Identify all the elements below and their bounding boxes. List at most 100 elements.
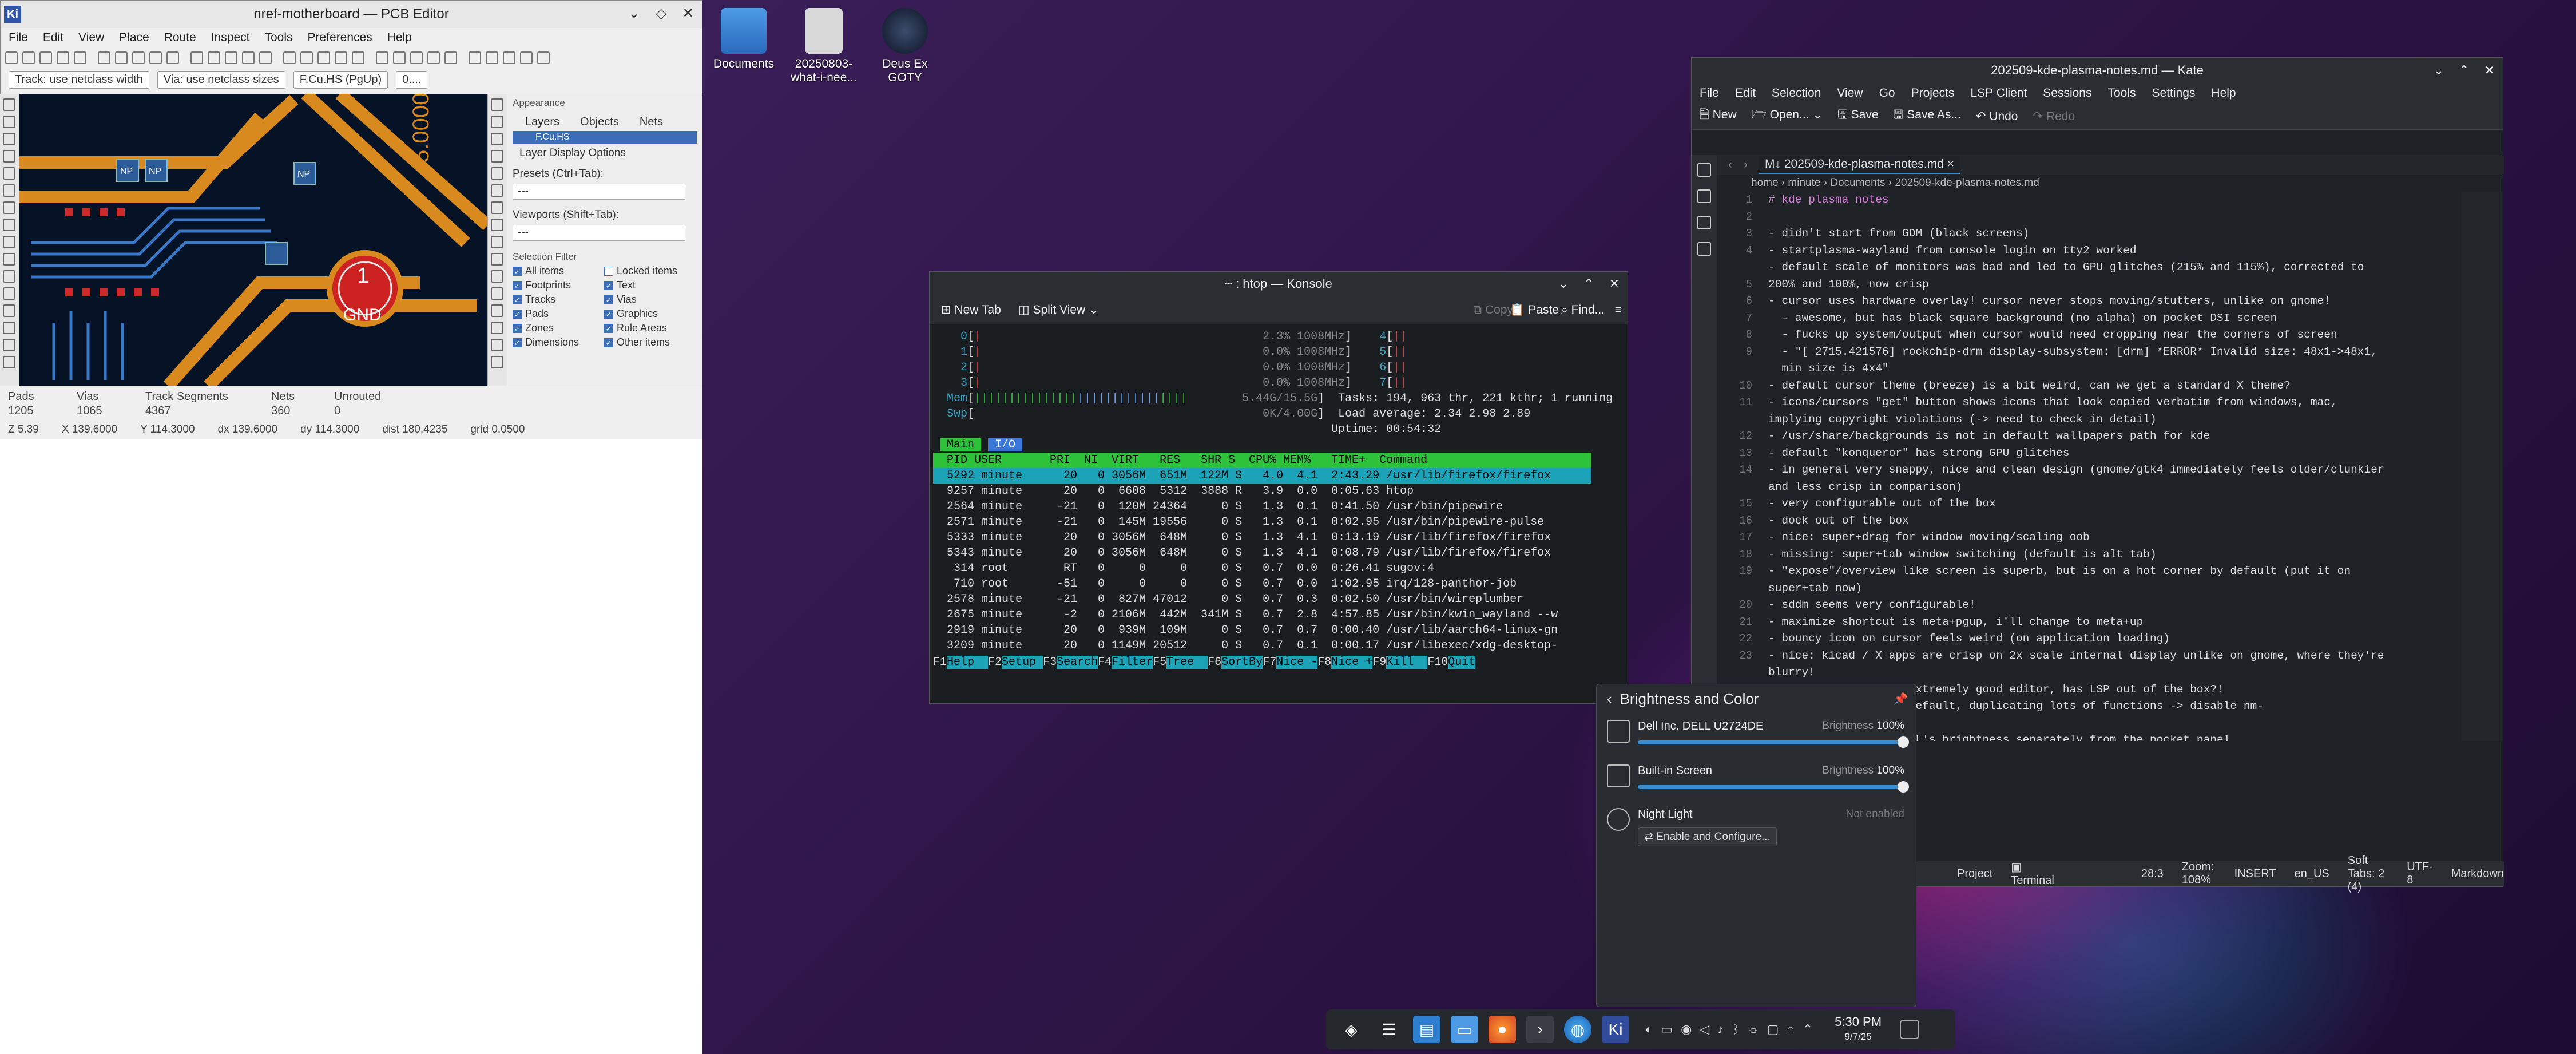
spellcheck-language[interactable]: en_US <box>2295 867 2329 881</box>
checkbox[interactable]: ✓ <box>513 338 522 347</box>
checkbox[interactable]: ✓ <box>513 266 522 276</box>
tool-icon[interactable] <box>491 116 503 128</box>
kicad-icon[interactable]: Ki <box>1602 1016 1629 1043</box>
tab-layers[interactable]: Layers <box>525 116 559 129</box>
find-button[interactable]: ⌕ Find... <box>1561 303 1605 317</box>
tool-icon[interactable] <box>491 287 503 300</box>
toolbar-tool-icon[interactable] <box>352 51 364 64</box>
checkbox[interactable]: ✓ <box>513 280 522 290</box>
filter-checkbox-text[interactable]: ✓ Text <box>604 279 696 291</box>
process-row[interactable]: 9257 minute 20 0 6608 5312 3888 R 3.9 0.… <box>933 485 1414 498</box>
minimize-icon[interactable]: ⌄ <box>1558 276 1569 291</box>
indentation-setting[interactable]: Soft Tabs: 2 (4) <box>2348 854 2388 894</box>
filter-checkbox-other-items[interactable]: ✓ Other items <box>604 336 696 348</box>
filter-checkbox-footprints[interactable]: ✓ Footprints <box>513 279 604 291</box>
terminal-button[interactable]: ▣ Terminal <box>2011 860 2054 887</box>
fkey-action[interactable]: Help <box>947 656 989 669</box>
nav-back-icon[interactable]: ‹ <box>1728 158 1732 172</box>
menu-item-edit[interactable]: Edit <box>1735 86 1756 100</box>
breadcrumb-item[interactable]: 202509-kde-plasma-notes.md <box>1895 177 2039 189</box>
menu-item-place[interactable]: Place <box>119 31 149 45</box>
konsole-icon[interactable]: › <box>1526 1016 1554 1043</box>
menu-item-file[interactable]: File <box>9 31 28 45</box>
network-icon[interactable]: ⌂ <box>1787 1022 1794 1037</box>
kate-titlebar[interactable]: 202509-kde-plasma-notes.md — Kate ⌄ ⌃ ✕ <box>1692 58 2503 83</box>
toolbar-tool-icon[interactable] <box>225 51 237 64</box>
save-as-button[interactable]: 🖫 Save As... <box>1894 106 1961 126</box>
save-button[interactable]: 🖫 Save <box>1837 106 1879 126</box>
tool-icon[interactable] <box>3 236 15 248</box>
fkey-action[interactable]: Filter <box>1112 656 1153 669</box>
tool-icon[interactable] <box>491 167 503 180</box>
tool-icon[interactable] <box>3 201 15 214</box>
tool-icon[interactable] <box>3 150 15 163</box>
toolbar-tool-icon[interactable] <box>208 51 220 64</box>
fkey-action[interactable]: SortBy <box>1221 656 1263 669</box>
sidebar-tool-icon[interactable] <box>1697 163 1711 177</box>
menu-item-route[interactable]: Route <box>164 31 196 45</box>
checkbox[interactable]: ✓ <box>604 280 613 290</box>
zoom-level[interactable]: Zoom: 108% <box>2182 861 2216 887</box>
viewports-select[interactable]: --- <box>513 225 685 241</box>
slider-handle[interactable] <box>1898 736 1909 748</box>
enable-configure-button[interactable]: ⇄ Enable and Configure... <box>1638 827 1777 846</box>
active-layer-row[interactable]: F.Cu.HS <box>513 131 697 144</box>
tool-icon[interactable] <box>3 304 15 317</box>
toolbar-tool-icon[interactable] <box>503 51 515 64</box>
menu-item-view[interactable]: View <box>1837 86 1863 100</box>
minimap[interactable] <box>2462 192 2502 741</box>
toolbar-tool-icon[interactable] <box>259 51 272 64</box>
menu-item-lsp-client[interactable]: LSP Client <box>1970 86 2027 100</box>
filter-checkbox-all-items[interactable]: ✓ All items <box>513 265 604 277</box>
layer-display-options[interactable]: Layer Display Options <box>519 147 697 160</box>
fkey-action[interactable]: Search <box>1057 656 1098 669</box>
menu-item-projects[interactable]: Projects <box>1911 86 1955 100</box>
display-icon[interactable]: ▢ <box>1767 1022 1779 1037</box>
toolbar-tool-icon[interactable] <box>98 51 110 64</box>
toolbar-tool-icon[interactable] <box>166 51 179 64</box>
toolbar-tool-icon[interactable] <box>376 51 388 64</box>
menu-item-tools[interactable]: Tools <box>264 31 292 45</box>
sidebar-tool-icon[interactable] <box>1697 242 1711 256</box>
checkbox[interactable]: ✓ <box>513 295 522 304</box>
filter-checkbox-zones[interactable]: ✓ Zones <box>513 322 604 334</box>
toolbar-tool-icon[interactable] <box>486 51 498 64</box>
process-row[interactable]: 5292 minute 20 0 3056M 651M 122M S 4.0 4… <box>933 468 1591 484</box>
checkbox[interactable]: ✓ <box>513 309 522 319</box>
tab-objects[interactable]: Objects <box>580 116 619 129</box>
firefox-icon[interactable]: ● <box>1489 1016 1516 1043</box>
tool-icon[interactable] <box>491 219 503 231</box>
presets-select[interactable]: --- <box>513 184 685 200</box>
slider-handle[interactable] <box>1898 781 1909 793</box>
minimize-icon[interactable]: ⌄ <box>628 5 640 22</box>
menu-item-inspect[interactable]: Inspect <box>211 31 250 45</box>
minimize-icon[interactable]: ⌄ <box>2434 63 2444 78</box>
toolbar-tool-icon[interactable] <box>190 51 203 64</box>
fkey-action[interactable]: Setup <box>1002 656 1043 669</box>
konsole-titlebar[interactable]: ~ : htop — Konsole ⌄ ⌃ ✕ <box>930 272 1628 296</box>
tool-icon[interactable] <box>3 184 15 197</box>
filter-checkbox-vias[interactable]: ✓ Vias <box>604 294 696 306</box>
filter-checkbox-pads[interactable]: ✓ Pads <box>513 308 604 320</box>
tool-icon[interactable] <box>491 133 503 145</box>
toolbar-tool-icon[interactable] <box>39 51 52 64</box>
show-desktop-icon[interactable] <box>1900 1020 1920 1039</box>
filter-checkbox-locked-items[interactable]: Locked items <box>604 265 696 277</box>
media-icon[interactable]: ◉ <box>1681 1022 1692 1037</box>
process-row[interactable]: 3209 minute 20 0 1149M 20512 0 S 0.7 0.1… <box>933 639 1558 652</box>
nav-forward-icon[interactable]: › <box>1744 158 1748 172</box>
maximize-icon[interactable]: ⌃ <box>2459 63 2469 78</box>
breadcrumb-item[interactable]: Documents <box>1830 177 1885 189</box>
tool-icon[interactable] <box>3 322 15 334</box>
pcb-titlebar[interactable]: Ki nref-motherboard — PCB Editor ⌄ ◇ ✕ <box>1 1 702 28</box>
system-settings-icon[interactable]: ☰ <box>1375 1016 1403 1043</box>
toolbar-tool-icon[interactable] <box>300 51 313 64</box>
file-manager-icon[interactable]: ▭ <box>1451 1016 1478 1043</box>
tool-icon[interactable] <box>3 219 15 231</box>
bluetooth-icon[interactable]: ᛒ <box>1732 1022 1739 1037</box>
clock[interactable]: 5:30 PM 9/7/25 <box>1835 1015 1882 1044</box>
toolbar-tool-icon[interactable] <box>427 51 440 64</box>
tool-icon[interactable] <box>491 322 503 334</box>
new-button[interactable]: 🗎 New <box>1700 106 1737 126</box>
menu-item-view[interactable]: View <box>78 31 104 45</box>
